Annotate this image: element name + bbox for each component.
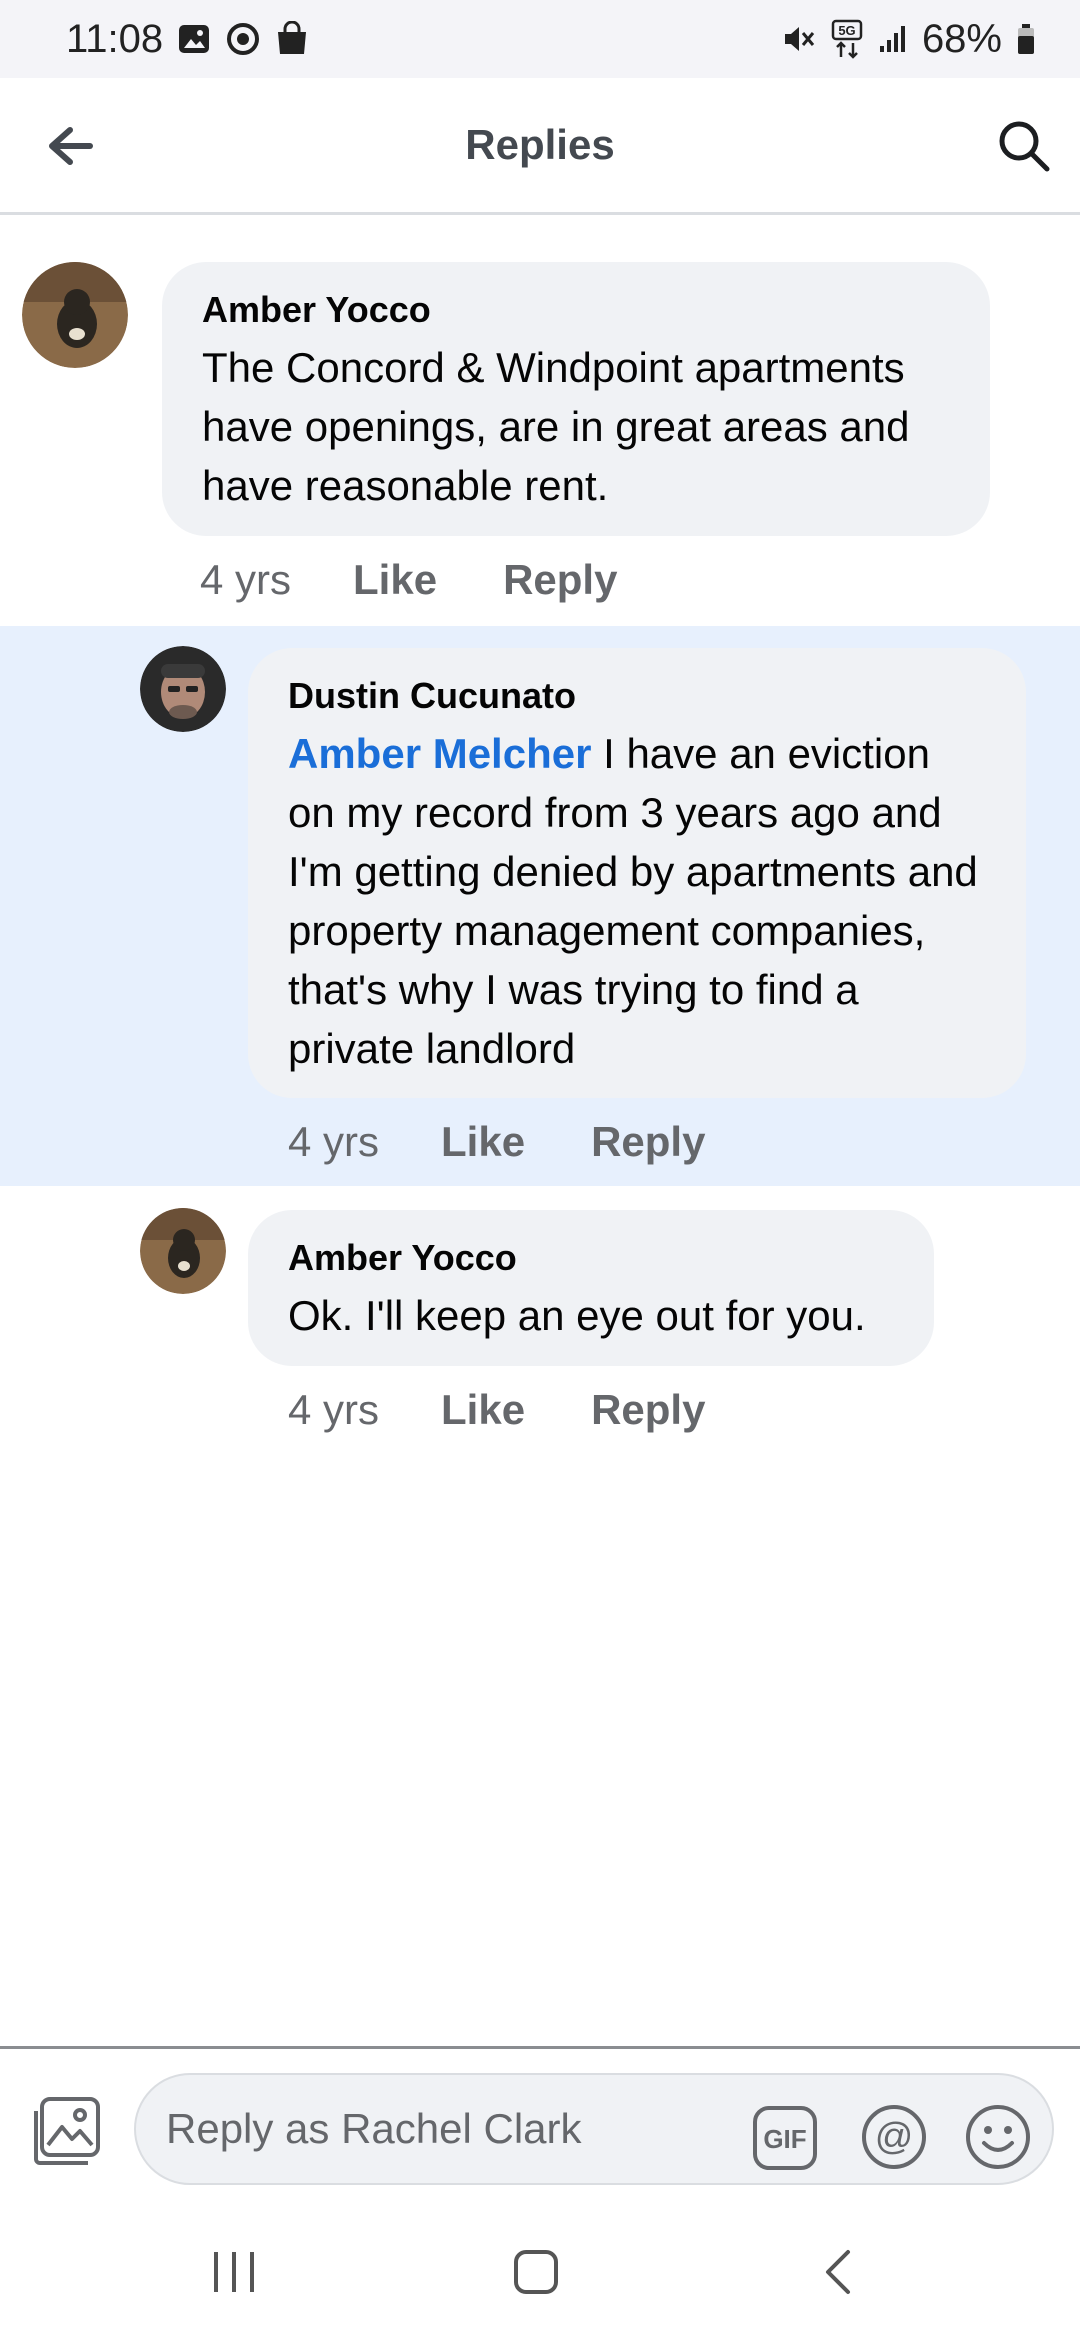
status-left: 11:08	[66, 17, 309, 62]
avatar[interactable]	[140, 1208, 226, 1294]
system-navigation-bar	[0, 2198, 1080, 2340]
mention-icon[interactable]: @	[860, 2103, 928, 2171]
svg-text:5G: 5G	[838, 23, 855, 38]
comment-text: Amber Melcher I have an eviction on my r…	[288, 724, 986, 1078]
comment-author[interactable]: Amber Yocco	[202, 288, 950, 332]
status-bar: 11:08 5G 68%	[0, 0, 1080, 78]
like-button[interactable]: Like	[353, 556, 437, 604]
home-icon[interactable]	[512, 2248, 560, 2301]
comment-text: The Concord & Windpoint apartments have …	[202, 344, 910, 509]
search-icon[interactable]	[994, 116, 1054, 176]
comment-author[interactable]: Amber Yocco	[288, 1236, 894, 1280]
comment-actions: 4 yrs Like Reply	[288, 1386, 771, 1434]
recent-apps-icon[interactable]	[210, 2250, 258, 2299]
comment-text: Ok. I'll keep an eye out for you.	[288, 1292, 866, 1339]
header: Replies	[0, 78, 1080, 215]
sync-icon	[225, 21, 261, 57]
system-back-icon[interactable]	[818, 2248, 858, 2301]
comment-body: I have an eviction on my record from 3 y…	[288, 730, 978, 1072]
reply-button[interactable]: Reply	[591, 1118, 705, 1166]
like-button[interactable]: Like	[441, 1386, 525, 1434]
status-time: 11:08	[66, 16, 164, 61]
battery-icon	[1016, 23, 1036, 55]
photo-icon[interactable]	[32, 2095, 104, 2167]
gif-icon[interactable]: GIF	[752, 2105, 818, 2171]
comment-timestamp[interactable]: 4 yrs	[288, 1118, 379, 1166]
comment-author[interactable]: Dustin Cucunato	[288, 674, 986, 718]
status-right: 5G 68%	[782, 17, 1036, 62]
comment-bubble[interactable]: Amber Yocco The Concord & Windpoint apar…	[162, 262, 990, 536]
comment-bubble[interactable]: Dustin Cucunato Amber Melcher I have an …	[248, 648, 1026, 1098]
emoji-icon[interactable]	[964, 2103, 1032, 2171]
at-label: @	[875, 2116, 914, 2158]
reply-button[interactable]: Reply	[503, 556, 617, 604]
back-arrow-icon[interactable]	[42, 118, 98, 174]
gif-label: GIF	[763, 2124, 806, 2154]
signal-icon	[878, 24, 908, 54]
avatar[interactable]	[22, 262, 128, 368]
comment-bubble[interactable]: Amber Yocco Ok. I'll keep an eye out for…	[248, 1210, 934, 1366]
reply-input-placeholder: Reply as Rachel Clark	[166, 2105, 582, 2152]
shopping-bag-icon	[275, 21, 309, 57]
reply-composer: Reply as Rachel Clark GIF @	[0, 2046, 1080, 2201]
comment-timestamp[interactable]: 4 yrs	[288, 1386, 379, 1434]
comment-timestamp[interactable]: 4 yrs	[200, 556, 291, 604]
comment-actions: 4 yrs Like Reply	[288, 1118, 771, 1166]
mute-icon	[782, 23, 816, 55]
battery-percentage: 68%	[921, 16, 1002, 61]
page-title: Replies	[465, 121, 615, 168]
5g-icon: 5G	[830, 19, 864, 59]
avatar[interactable]	[140, 646, 226, 732]
mention-link[interactable]: Amber Melcher	[288, 730, 591, 777]
gallery-icon	[177, 22, 211, 56]
reply-button[interactable]: Reply	[591, 1386, 705, 1434]
comment-actions: 4 yrs Like Reply	[200, 556, 683, 604]
like-button[interactable]: Like	[441, 1118, 525, 1166]
